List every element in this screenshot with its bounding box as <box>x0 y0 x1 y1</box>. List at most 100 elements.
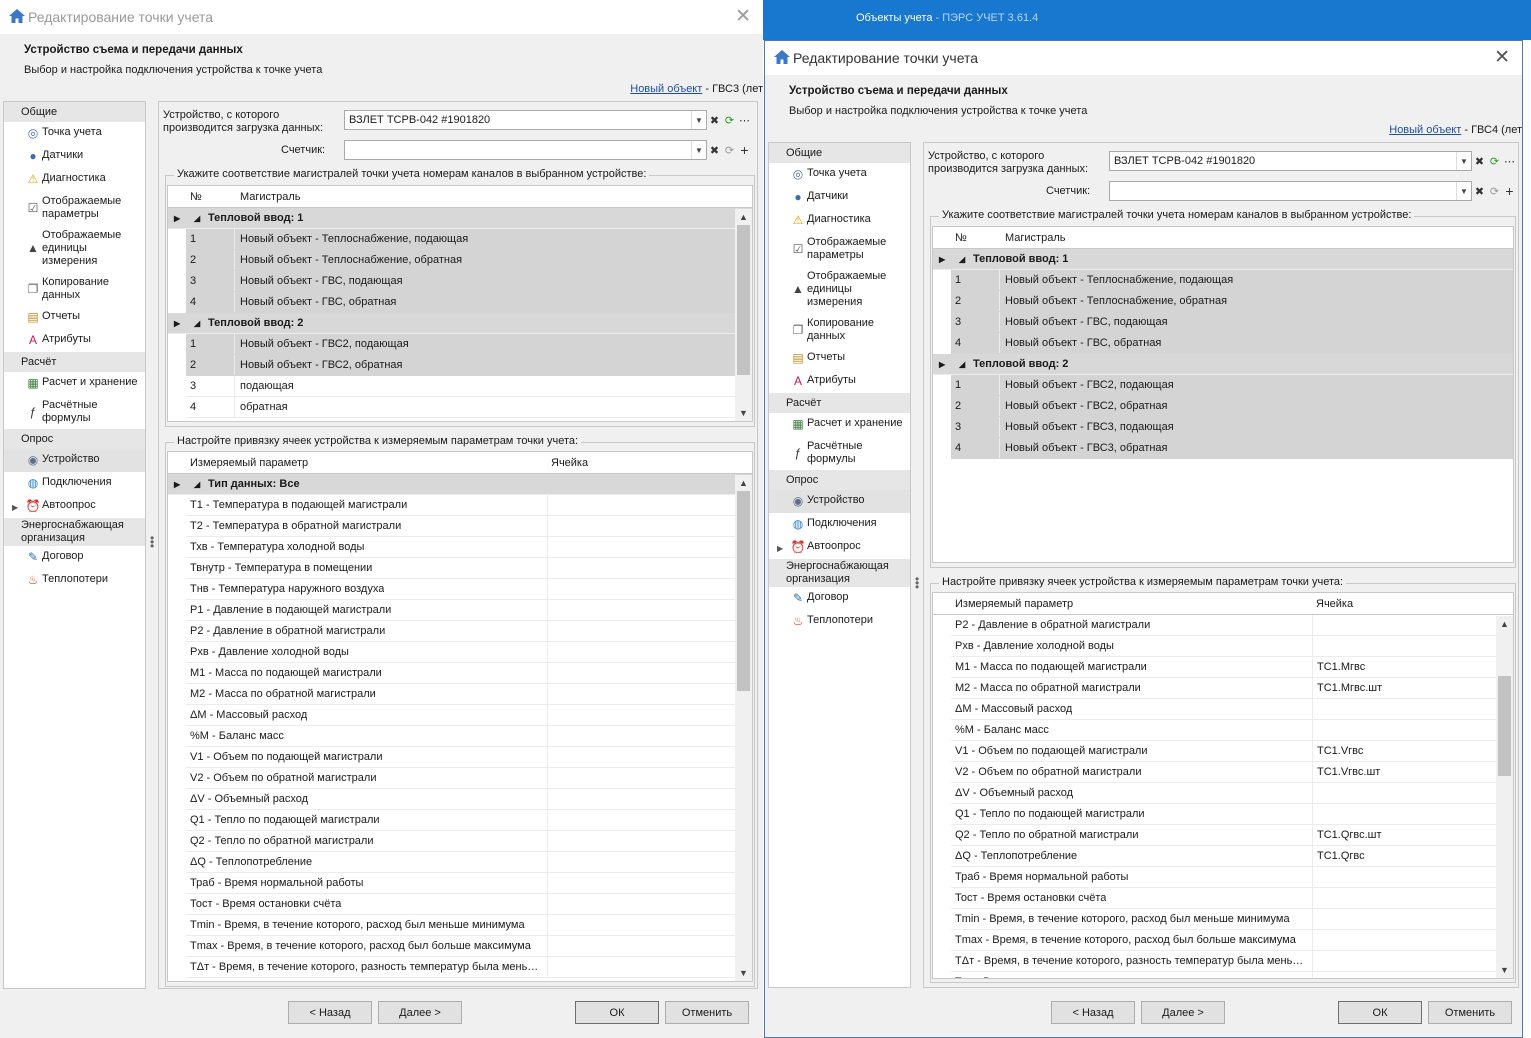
table-row[interactable]: T2 - Температура в обратной магистрали <box>186 516 752 537</box>
table-row[interactable]: Рхв - Давление холодной воды <box>186 642 752 663</box>
chevron-down-icon[interactable]: ▼ <box>1456 152 1471 170</box>
sidebar-item[interactable]: ◉ Устройство <box>4 449 145 472</box>
table-row[interactable]: 1 Новый объект - Теплоснабжение, подающая <box>951 270 1513 291</box>
scroll-thumb[interactable] <box>1498 676 1511 776</box>
table-row[interactable]: Тнв - Температура наружного воздуха <box>186 579 752 600</box>
table-row[interactable]: V2 - Объем по обратной магистрали TC1.Vгв… <box>951 762 1513 783</box>
table-row[interactable]: Траб - Время нормальной работы <box>186 873 752 894</box>
table-row[interactable]: M2 - Масса по обратной магистрали <box>186 684 752 705</box>
expand-arrow-icon[interactable]: ▶ <box>174 319 180 328</box>
param-cell[interactable]: TC1.Vгвс <box>1317 745 1363 757</box>
table-row[interactable]: ΔM - Массовый расход <box>951 699 1513 720</box>
add-icon[interactable]: + <box>737 140 752 160</box>
collapse-icon[interactable]: ◢ <box>194 319 200 328</box>
table-row[interactable]: V2 - Объем по обратной магистрали <box>186 768 752 789</box>
table-row[interactable]: M2 - Масса по обратной магистрали TC1.Мгв… <box>951 678 1513 699</box>
table-row[interactable]: 1 Новый объект - Теплоснабжение, подающая <box>186 229 752 250</box>
table-row[interactable]: 2 Новый объект - ГВС2, обратная <box>186 355 752 376</box>
table-row[interactable]: Tmin - Время, в течение которого, расход… <box>951 909 1513 930</box>
scroll-down-icon[interactable]: ▼ <box>735 405 752 421</box>
sidebar-item[interactable]: ❐ Копирование данных <box>769 313 910 347</box>
add-icon[interactable]: + <box>1502 181 1517 201</box>
table-row[interactable]: 4 обратная <box>186 397 752 418</box>
refresh-icon[interactable]: ⟳ <box>722 140 737 160</box>
device-combo[interactable]: ВЗЛЕТ ТСРВ-042 #1901820 ▼ <box>1109 151 1472 171</box>
table-row[interactable]: Q1 - Тепло по подающей магистрали <box>186 810 752 831</box>
clear-icon[interactable]: ✖ <box>707 140 722 160</box>
sidebar-item[interactable]: ✎ Договор <box>769 587 910 610</box>
table-row[interactable]: Q2 - Тепло по обратной магистрали TC1.Qгв… <box>951 825 1513 846</box>
table-row[interactable]: %M - Баланс масс <box>186 726 752 747</box>
channel-group-row[interactable]: ▶ ◢ Тепловой ввод: 1 <box>933 249 1513 270</box>
meter-combo[interactable]: ▼ <box>1109 181 1472 201</box>
table-row[interactable]: 4 Новый объект - ГВС3, обратная <box>951 438 1513 459</box>
table-row[interactable]: ΔQ - Теплопотребление <box>186 852 752 873</box>
table-row[interactable]: TΔт - Время, в течение которого, разност… <box>951 951 1513 972</box>
sidebar-item[interactable]: ▲ Отображаемые единицы измерения <box>4 225 145 272</box>
scroll-thumb[interactable] <box>737 225 750 375</box>
device-combo[interactable]: ВЗЛЕТ ТСРВ-042 #1901820 ▼ <box>344 110 707 130</box>
table-row[interactable]: 1 Новый объект - ГВС2, подающая <box>951 375 1513 396</box>
sidebar-item[interactable]: ❐ Копирование данных <box>4 272 145 306</box>
scroll-down-icon[interactable]: ▼ <box>735 965 752 981</box>
sidebar-item[interactable]: ● Датчики <box>769 186 910 209</box>
close-button[interactable]: ✕ <box>1494 46 1510 69</box>
table-row[interactable]: V1 - Объем по подающей магистрали <box>186 747 752 768</box>
expand-arrow-icon[interactable]: ▶ <box>939 255 945 264</box>
params-group-row[interactable]: ▶ ◢ Тип данных: Все <box>168 474 752 495</box>
scroll-thumb[interactable] <box>737 491 750 691</box>
table-row[interactable]: ΔQ - Теплопотребление TC1.Qгвс <box>951 846 1513 867</box>
sidebar-item[interactable]: ▦ Расчет и хранение <box>769 413 910 436</box>
table-row[interactable]: TΔт - Время, в течение которого, разност… <box>186 957 752 978</box>
table-row[interactable]: M1 - Масса по подающей магистрали <box>186 663 752 684</box>
channels-scrollbar[interactable]: ▲ ▼ <box>735 209 752 421</box>
table-row[interactable]: 2 Новый объект - Теплоснабжение, обратная <box>951 291 1513 312</box>
table-row[interactable]: Рхв - Давление холодной воды <box>951 636 1513 657</box>
expand-arrow-icon[interactable]: ▶ <box>174 214 180 223</box>
table-row[interactable]: 3 Новый объект - ГВС, подающая <box>951 312 1513 333</box>
table-row[interactable]: ΔV - Объемный расход <box>951 783 1513 804</box>
table-row[interactable]: %M - Баланс масс <box>951 720 1513 741</box>
param-cell[interactable]: TC1.Qгвс.шт <box>1317 829 1382 841</box>
param-cell[interactable]: TC1.Vгвс.шт <box>1317 766 1380 778</box>
collapse-icon[interactable]: ◢ <box>959 255 965 264</box>
table-row[interactable]: M1 - Масса по подающей магистрали TC1.Мгв… <box>951 657 1513 678</box>
cancel-button[interactable]: Отменить <box>665 1001 749 1024</box>
sidebar-item[interactable]: ⚠ Диагностика <box>4 168 145 191</box>
params-scrollbar[interactable]: ▲ ▼ <box>1496 616 1513 978</box>
table-row[interactable]: ΔM - Массовый расход <box>186 705 752 726</box>
chevron-down-icon[interactable]: ▼ <box>691 141 706 159</box>
collapse-icon[interactable]: ◢ <box>959 360 965 369</box>
chevron-down-icon[interactable]: ▼ <box>691 111 706 129</box>
chevron-right-icon[interactable]: ▶ <box>777 542 783 555</box>
cancel-button[interactable]: Отменить <box>1428 1001 1512 1024</box>
refresh-icon[interactable]: ⟳ <box>722 110 737 130</box>
chevron-right-icon[interactable]: ▶ <box>12 501 18 514</box>
table-row[interactable]: Тост - Время остановки счёта <box>951 888 1513 909</box>
table-row[interactable]: V1 - Объем по подающей магистрали TC1.Vгв… <box>951 741 1513 762</box>
table-row[interactable]: 4 Новый объект - ГВС, обратная <box>186 292 752 313</box>
meter-combo[interactable]: ▼ <box>344 140 707 160</box>
object-link[interactable]: Новый объект <box>630 83 702 95</box>
table-row[interactable]: Tmin - Время, в течение которого, расход… <box>186 915 752 936</box>
table-row[interactable]: P1 - Давление в подающей магистрали <box>186 600 752 621</box>
sidebar-item[interactable]: ♨ Теплопотери <box>769 610 910 633</box>
expand-arrow-icon[interactable]: ▶ <box>174 480 180 489</box>
table-row[interactable]: 4 Новый объект - ГВС, обратная <box>951 333 1513 354</box>
scroll-down-icon[interactable]: ▼ <box>1496 962 1513 978</box>
ok-button[interactable]: ОК <box>575 1001 659 1024</box>
splitter-handle[interactable]: • • • <box>150 532 154 552</box>
table-row[interactable]: ΔV - Объемный расход <box>186 789 752 810</box>
table-row[interactable]: 3 подающая <box>186 376 752 397</box>
sidebar-item[interactable]: ▶ ⏰ Автоопрос <box>769 536 910 559</box>
table-row[interactable]: Тост - Время остановки счёта <box>186 894 752 915</box>
table-row[interactable]: 2 Новый объект - ГВС2, обратная <box>951 396 1513 417</box>
sidebar-item[interactable]: ☑ Отображаемые параметры <box>769 232 910 266</box>
param-cell[interactable]: TC1.Мгвс.шт <box>1317 682 1382 694</box>
sidebar-item[interactable]: ◍ Подключения <box>4 472 145 495</box>
table-row[interactable]: Твнутр - Температура в помещении <box>186 558 752 579</box>
sidebar-item[interactable]: ▤ Отчеты <box>4 306 145 329</box>
sidebar-item[interactable]: ● Датчики <box>4 145 145 168</box>
param-cell[interactable]: TC1.Мгвс <box>1317 661 1365 673</box>
sidebar-item[interactable]: ☑ Отображаемые параметры <box>4 191 145 225</box>
